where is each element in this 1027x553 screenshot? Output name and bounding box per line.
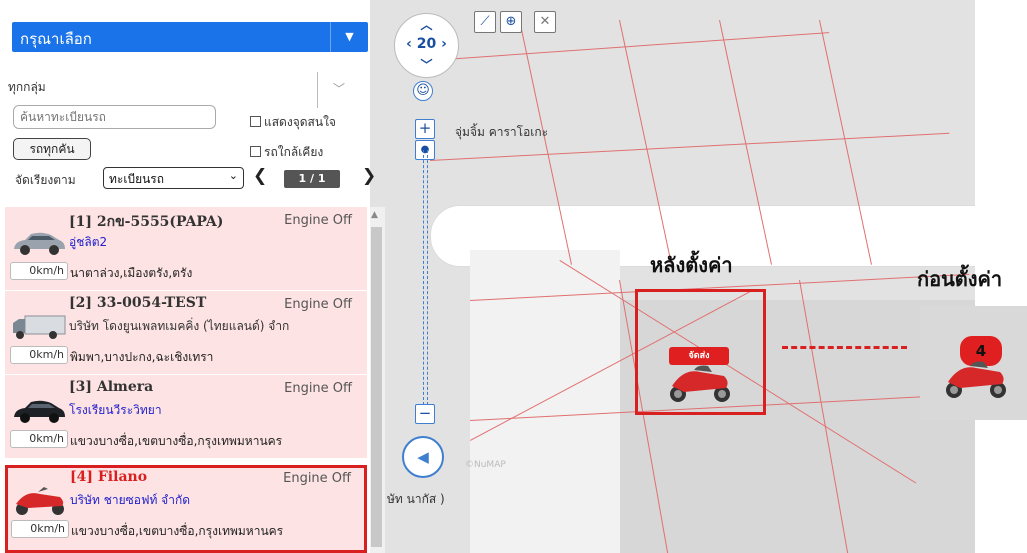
near-car-checkbox[interactable]: รถใกล้เคียง: [250, 143, 323, 162]
zoom-out-button[interactable]: −: [415, 404, 435, 424]
speed-badge: 0km/h: [10, 430, 68, 448]
near-car-label: รถใกล้เคียง: [264, 145, 324, 159]
plate-search-input[interactable]: [13, 105, 216, 129]
vehicle-place[interactable]: โรงเรียนวีระวิทยา: [69, 401, 359, 420]
speed-badge: 0km/h: [11, 520, 69, 538]
sort-label: จัดเรียงตาม: [15, 173, 76, 187]
after-setting-highlight: จัดส่ง: [635, 289, 766, 415]
sort-select-value: ทะเบียนรถ: [109, 172, 165, 186]
map-road-label: ษัท นากัส ): [387, 492, 445, 506]
pan-right-icon[interactable]: ›: [441, 36, 447, 52]
vehicle-address: แขวงบางซื่อ,เขตบางซื่อ,กรุงเทพมหานคร: [70, 434, 283, 448]
show-poi-label: แสดงจุดสนใจ: [264, 115, 336, 129]
sort-select[interactable]: ทะเบียนรถ ⌄: [103, 167, 244, 189]
vehicle-name: [4] Filano: [70, 469, 148, 485]
car-silver-icon: [14, 232, 65, 255]
pan-up-icon[interactable]: ︿: [395, 16, 458, 33]
scooter-map-icon: [946, 361, 1006, 398]
scooter-map-icon[interactable]: [664, 362, 736, 404]
map-pan-control[interactable]: ︿ ‹ 20 › ﹀: [394, 13, 459, 78]
pan-left-icon[interactable]: ‹: [406, 36, 412, 52]
speed-badge: 0km/h: [10, 262, 68, 280]
after-setting-title: หลังตั้งค่า: [650, 253, 733, 277]
engine-status: Engine Off: [284, 297, 352, 312]
scroll-thumb[interactable]: [371, 227, 382, 547]
vehicle-row[interactable]: [1] 2กข-5555(PAPA) Engine Off อู่ชลิต2 0…: [5, 207, 367, 291]
checkbox-icon[interactable]: [250, 146, 261, 157]
vehicle-name: [1] 2กข-5555(PAPA): [69, 214, 224, 230]
engine-status: Engine Off: [283, 471, 351, 486]
scooter-icon: [16, 487, 64, 515]
show-poi-checkbox[interactable]: แสดงจุดสนใจ: [250, 113, 336, 132]
vehicle-address: แขวงบางซื่อ,เขตบางซื่อ,กรุงเทพมหานคร: [71, 524, 284, 538]
vehicle-row[interactable]: [3] Almera Engine Off โรงเรียนวีระวิทยา …: [5, 375, 367, 459]
vehicle-address: นาตาล่วง,เมืองตรัง,ตรัง: [70, 266, 193, 280]
collapse-panel-icon[interactable]: ◀: [402, 436, 444, 478]
zoom-in-button[interactable]: +: [415, 119, 435, 139]
vehicle-panel: กรุณาเลือก ▼ ทุกกลุ่ม ﹀ แสดงจุดสนใจ รถใก…: [0, 0, 376, 553]
close-icon[interactable]: ✕: [534, 11, 556, 33]
vehicle-name: [3] Almera: [69, 379, 154, 395]
prev-page-icon[interactable]: ❮: [253, 166, 267, 186]
pan-down-icon[interactable]: ﹀: [395, 56, 458, 73]
page-indicator: 1 / 1: [284, 170, 340, 188]
group-select-value: ทุกกลุ่ม: [8, 80, 46, 94]
vehicle-address: พิมพา,บางปะกง,ฉะเชิงเทรา: [70, 350, 214, 364]
main-select-label: กรุณาเลือก: [20, 30, 92, 48]
main-select[interactable]: กรุณาเลือก ▼: [12, 22, 368, 52]
checkbox-icon[interactable]: [250, 116, 261, 127]
next-page-icon[interactable]: ❯: [362, 166, 376, 186]
map-poi-label: จุ่มจิ้ม คาราโอเกะ: [455, 125, 549, 139]
vehicle-list: [1] 2กข-5555(PAPA) Engine Off อู่ชลิต2 0…: [5, 207, 370, 553]
zoom-slider[interactable]: [423, 150, 428, 405]
vehicle-name: [2] 33-0054-TEST: [69, 295, 207, 311]
speed-badge: 0km/h: [10, 346, 68, 364]
car-black-icon: [14, 400, 65, 423]
street-view-icon[interactable]: ☺: [413, 81, 433, 101]
engine-status: Engine Off: [284, 213, 352, 228]
vehicle-row-selected[interactable]: [4] Filano Engine Off บริษัท ชายซอฟท์ จำ…: [5, 465, 367, 553]
map-watermark: ©NuMAP: [465, 460, 506, 470]
before-setting-image: 4: [920, 306, 1027, 420]
vehicle-place[interactable]: อู่ชลิต2: [69, 233, 359, 252]
zoom-level: 20: [416, 36, 437, 52]
before-setting-title: ก่อนตั้งค่า: [917, 267, 1003, 291]
chevron-down-icon[interactable]: ﹀: [333, 80, 345, 97]
vehicle-row[interactable]: [2] 33-0054-TEST Engine Off บริษัท โดงยู…: [5, 291, 367, 375]
group-select[interactable]: ทุกกลุ่ม ﹀: [8, 72, 348, 108]
compare-connector: [782, 346, 907, 349]
zoom-box-icon[interactable]: ⊕: [500, 11, 522, 33]
vehicle-place[interactable]: บริษัท โดงยูนเพลทเมคคิ่ง (ไทยแลนด์) จำก: [69, 317, 359, 336]
measure-tool-icon[interactable]: ⟋: [474, 11, 496, 33]
chevron-down-icon[interactable]: ▼: [330, 22, 368, 52]
chevron-down-icon[interactable]: ⌄: [229, 169, 238, 182]
engine-status: Engine Off: [284, 381, 352, 396]
app-root: จุ่มจิ้ม คาราโอเกะ ษัท นากัส ) ©NuMAP หล…: [0, 0, 1027, 553]
scroll-up-icon[interactable]: ▲: [371, 210, 378, 220]
truck-icon: [13, 315, 66, 339]
vehicle-place[interactable]: บริษัท ชายซอฟท์ จำกัด: [70, 491, 360, 510]
all-cars-button[interactable]: รถทุกคัน: [13, 138, 91, 160]
